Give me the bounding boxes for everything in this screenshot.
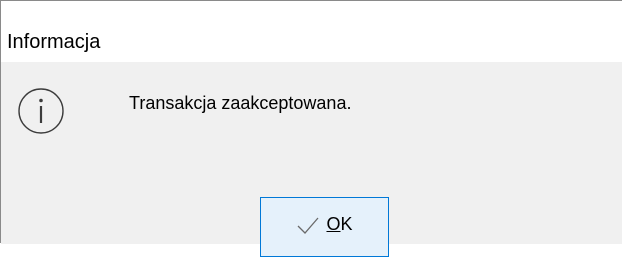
ok-label-rest: K <box>340 214 353 234</box>
message-dialog: Informacja Transakcja zaakceptowana. OK <box>0 0 622 257</box>
checkmark-icon <box>296 215 320 235</box>
title-bar[interactable]: Informacja <box>1 1 622 62</box>
ok-mnemonic: O <box>326 214 341 234</box>
dialog-content: Transakcja zaakceptowana. OK <box>1 62 622 257</box>
dialog-message: Transakcja zaakceptowana. <box>129 93 352 113</box>
info-icon <box>17 87 65 135</box>
ok-button[interactable]: OK <box>260 197 389 257</box>
dialog-title: Informacja <box>7 31 101 53</box>
ok-button-label: OK <box>326 214 352 235</box>
